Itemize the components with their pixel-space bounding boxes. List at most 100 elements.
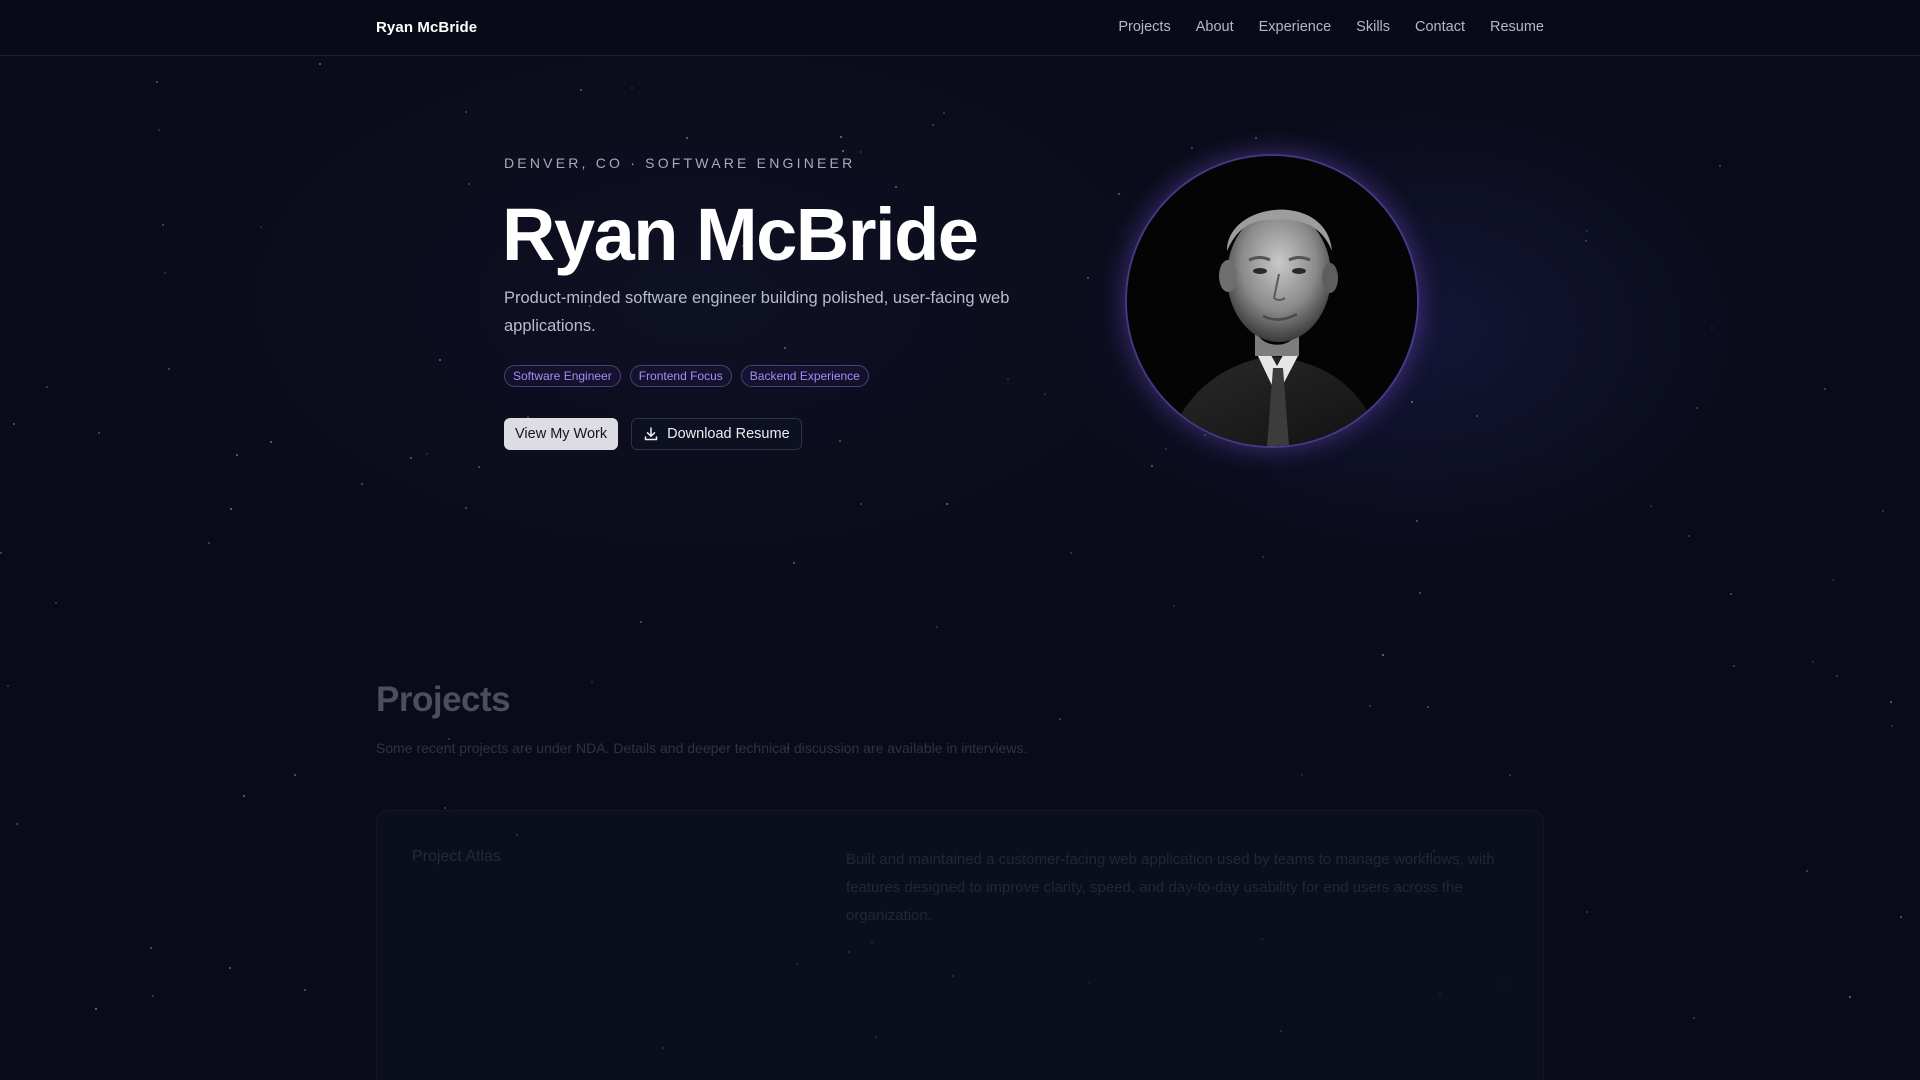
star <box>1427 706 1429 708</box>
download-resume-label: Download Resume <box>667 426 790 442</box>
star <box>640 621 642 623</box>
star <box>1255 137 1257 139</box>
profile-photo <box>1127 156 1417 446</box>
star <box>1509 774 1511 776</box>
star <box>243 795 245 797</box>
hero-name: Ryan McBride <box>502 193 979 276</box>
star <box>631 87 633 89</box>
tag-backend-experience: Backend Experience <box>740 365 869 387</box>
nav-link-resume[interactable]: Resume <box>1490 19 1544 35</box>
star <box>361 483 363 485</box>
star <box>465 111 467 113</box>
star <box>1824 388 1826 390</box>
star <box>895 186 897 188</box>
star <box>943 112 945 114</box>
tag-software-engineer: Software Engineer <box>504 365 621 387</box>
star <box>468 183 470 185</box>
star <box>236 454 238 456</box>
star <box>1806 870 1808 872</box>
top-nav: Ryan McBride Projects About Experience S… <box>0 0 1920 56</box>
star <box>860 151 862 153</box>
star <box>444 807 446 809</box>
star <box>208 542 210 544</box>
star <box>936 626 938 628</box>
star <box>1301 774 1303 776</box>
star <box>1650 505 1652 507</box>
star <box>946 503 948 505</box>
star <box>1900 916 1902 918</box>
hero-eyebrow: DENVER, CO · SOFTWARE ENGINEER <box>504 155 856 171</box>
nav-link-experience[interactable]: Experience <box>1259 19 1332 35</box>
star <box>168 368 170 370</box>
star <box>1696 407 1698 409</box>
nav-link-skills[interactable]: Skills <box>1356 19 1390 35</box>
star <box>158 129 160 131</box>
star <box>839 440 841 442</box>
star <box>1419 592 1421 594</box>
star <box>270 441 272 443</box>
star <box>1262 556 1264 558</box>
star <box>1719 165 1721 167</box>
star <box>0 552 2 554</box>
star <box>1882 510 1884 512</box>
star <box>1059 718 1061 720</box>
star <box>1812 661 1814 663</box>
nav-link-about[interactable]: About <box>1196 19 1234 35</box>
star <box>1836 675 1838 677</box>
star <box>1688 535 1690 537</box>
download-resume-button[interactable]: Download Resume <box>631 418 802 450</box>
tag-frontend-focus: Frontend Focus <box>629 365 732 387</box>
star <box>1191 147 1193 149</box>
star <box>410 457 412 459</box>
star <box>260 226 262 228</box>
star <box>294 774 296 776</box>
nav-links: Projects About Experience Skills Contact… <box>1118 19 1544 35</box>
star <box>319 63 321 65</box>
star <box>686 137 688 139</box>
star <box>1369 705 1371 707</box>
star <box>932 124 934 126</box>
star <box>7 685 9 687</box>
hero-tags: Software Engineer Frontend Focus Backend… <box>504 365 869 387</box>
project-name: Project Atlas <box>412 848 501 865</box>
hero-buttons: View My Work Download Resume <box>504 418 802 450</box>
star <box>46 386 48 388</box>
star <box>162 224 164 226</box>
star <box>1007 378 1009 380</box>
star <box>229 967 231 969</box>
nav-link-contact[interactable]: Contact <box>1415 19 1465 35</box>
star <box>793 562 795 564</box>
star <box>95 1008 97 1010</box>
star <box>591 681 593 683</box>
portrait-illustration <box>1127 156 1417 446</box>
star <box>1730 593 1732 595</box>
project-description: Built and maintained a customer-facing w… <box>846 851 1495 924</box>
star <box>1165 448 1167 450</box>
star <box>230 508 232 510</box>
star <box>860 503 862 505</box>
star <box>1832 579 1834 581</box>
star <box>1585 240 1587 242</box>
star <box>1118 193 1120 195</box>
star <box>1711 327 1713 329</box>
nav-link-projects[interactable]: Projects <box>1118 19 1170 35</box>
star <box>98 432 100 434</box>
star <box>1070 552 1072 554</box>
star <box>1733 665 1735 667</box>
star <box>1087 277 1089 279</box>
star <box>1849 996 1851 998</box>
star <box>1411 401 1413 403</box>
star <box>16 823 18 825</box>
star <box>1476 415 1478 417</box>
star <box>1382 654 1384 656</box>
star <box>465 507 467 509</box>
star <box>1044 393 1046 395</box>
star <box>1416 520 1418 522</box>
projects-note: Some recent projects are under NDA. Deta… <box>376 740 1028 756</box>
star <box>1586 230 1588 232</box>
star <box>13 423 15 425</box>
star <box>164 272 166 274</box>
view-my-work-button[interactable]: View My Work <box>504 418 619 450</box>
hero-subtitle: Product-minded software engineer buildin… <box>504 289 1010 335</box>
brand-logo[interactable]: Ryan McBride <box>376 19 477 36</box>
